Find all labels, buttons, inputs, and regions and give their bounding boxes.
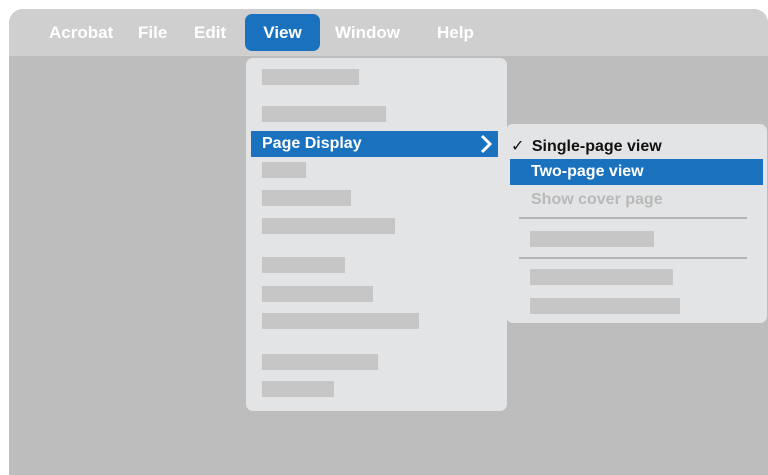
menu-item-placeholder[interactable] <box>262 381 334 397</box>
menu-item-placeholder[interactable] <box>262 257 345 273</box>
menu-edit[interactable]: Edit <box>194 22 226 44</box>
menu-item-label: Two-page view <box>531 163 644 180</box>
menu-item-placeholder[interactable] <box>530 269 673 285</box>
menu-item-label: Single-page view <box>531 138 662 155</box>
menu-item-single-page-view[interactable]: ✓ Single-page view <box>511 136 662 156</box>
view-menu: Page Display <box>246 58 507 411</box>
menu-item-placeholder[interactable] <box>262 106 386 122</box>
menu-item-placeholder[interactable] <box>262 190 351 206</box>
menu-item-show-cover-page: Show cover page <box>531 191 663 208</box>
menu-item-placeholder[interactable] <box>262 354 378 370</box>
menu-separator <box>519 257 747 259</box>
menu-file[interactable]: File <box>138 22 167 44</box>
menu-item-page-display[interactable]: Page Display <box>251 131 498 157</box>
menu-view[interactable]: View <box>245 14 320 51</box>
menu-help[interactable]: Help <box>437 22 474 44</box>
menu-item-placeholder[interactable] <box>262 286 373 302</box>
page-display-submenu: ✓ Single-page view Two-page view Show co… <box>506 124 767 323</box>
menu-item-two-page-view[interactable]: Two-page view <box>510 159 763 185</box>
menu-item-placeholder[interactable] <box>530 231 654 247</box>
menu-window[interactable]: Window <box>335 22 400 44</box>
menu-acrobat[interactable]: Acrobat <box>49 22 113 44</box>
menu-item-placeholder[interactable] <box>262 313 419 329</box>
menu-bar: Acrobat File Edit View Window Help <box>9 9 768 56</box>
checkmark-icon: ✓ <box>511 138 525 155</box>
menu-item-placeholder[interactable] <box>262 162 306 178</box>
chevron-right-icon <box>480 134 493 154</box>
menu-item-label: Page Display <box>262 135 362 152</box>
menu-separator <box>519 217 747 219</box>
app-window: Acrobat File Edit View Window Help Page … <box>9 9 768 475</box>
menu-item-placeholder[interactable] <box>530 298 680 314</box>
menu-item-placeholder[interactable] <box>262 218 395 234</box>
menu-item-placeholder[interactable] <box>262 69 359 85</box>
